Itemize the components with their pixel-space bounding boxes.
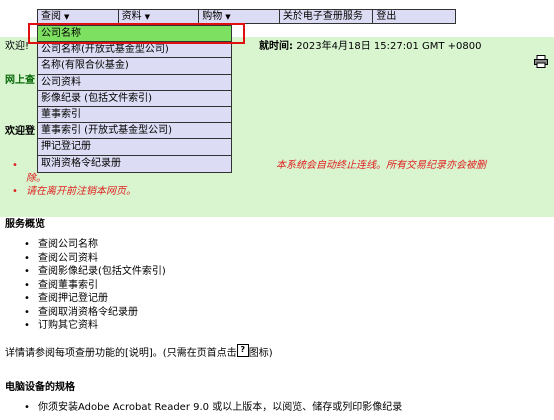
caret-down-icon: ▼	[64, 13, 70, 21]
dropdown-item-oefc-name[interactable]: 公司名称(开放式基金型公司)	[38, 42, 231, 59]
dropdown-item-oefc-director-index[interactable]: 董事索引 (开放式基金型公司)	[38, 123, 231, 140]
dropdown-item-charges-register[interactable]: 押记登记册	[38, 139, 231, 156]
dropdown-item-director-index[interactable]: 董事索引	[38, 107, 231, 124]
list-item: 查阅影像纪录(包括文件索引)	[24, 265, 166, 279]
menu-about[interactable]: 关於电子查册服务	[280, 10, 374, 23]
dropdown-item-image-records[interactable]: 影像纪录 (包括文件索引)	[38, 91, 231, 107]
welcome-heading: 欢迎登	[5, 126, 35, 137]
service-overview-title: 服务概览	[5, 219, 45, 230]
menu-shopping-label: 购物	[202, 11, 223, 22]
welcome-text: 欢迎!	[5, 41, 30, 52]
caret-down-icon: ▼	[144, 13, 150, 21]
spec-list: 你须安装Adobe Acrobat Reader 9.0 或以上版本，以阅览、储…	[24, 401, 402, 415]
list-item: 查阅公司资料	[24, 252, 166, 266]
list-item: 你须安装Adobe Acrobat Reader 9.0 或以上版本，以阅览、储…	[24, 401, 402, 415]
list-item: 查阅押记登记册	[24, 292, 166, 306]
dropdown-item-company-info[interactable]: 公司资料	[38, 75, 231, 91]
menu-shopping[interactable]: 购物 ▼	[199, 10, 280, 23]
notice-item: 请在离开前注销本网页。	[12, 185, 136, 198]
service-list: 查阅公司名称 查阅公司资料 查阅影像纪录(包括文件索引) 查阅董事索引 查阅押记…	[24, 238, 166, 333]
notice-text-cont: 除。	[26, 173, 46, 184]
list-item: 查阅公司名称	[24, 238, 166, 252]
top-menu-bar: 查阅 ▼ 资料 ▼ 购物 ▼ 关於电子查册服务 登出	[37, 9, 456, 24]
caret-down-icon: ▼	[225, 13, 231, 21]
highlight-box	[28, 23, 245, 44]
detail-note-text: 详情请参阅每项查册功能的[说明]。(只需在页首点击	[5, 348, 237, 359]
dropdown-item-disqualification-register[interactable]: 取消资格令纪录册	[38, 156, 231, 172]
list-item: 订购其它资料	[24, 319, 166, 333]
menu-search-label: 查阅	[41, 11, 61, 22]
printer-icon[interactable]	[534, 55, 548, 71]
menu-logout[interactable]: 登出	[373, 10, 455, 23]
help-icon: ?	[236, 344, 249, 357]
login-time-label: 就时间:	[259, 41, 293, 52]
dropdown-item-lpf-name[interactable]: 名称(有限合伙基金)	[38, 58, 231, 75]
login-time-value: 2023年4月18日 15:27:01 GMT +0800	[296, 41, 482, 52]
menu-information[interactable]: 资料 ▼	[119, 10, 200, 23]
search-dropdown-menu: 公司名称 公司名称(开放式基金型公司) 名称(有限合伙基金) 公司资料 影像纪录…	[37, 25, 232, 173]
list-item: 查阅取消资格令纪录册	[24, 306, 166, 320]
list-item: 查阅董事索引	[24, 279, 166, 293]
menu-information-label: 资料	[121, 11, 142, 22]
detail-note-text-end: 图标)	[248, 348, 273, 359]
menu-search[interactable]: 查阅 ▼	[38, 10, 119, 23]
computer-spec-title: 电脑设备的规格	[5, 382, 75, 393]
detail-note: 详情请参阅每项查册功能的[说明]。(只需在页首点击? 图标)	[5, 344, 273, 359]
online-heading: 网上查	[5, 75, 35, 86]
login-time: 就时间: 2023年4月18日 15:27:01 GMT +0800	[259, 40, 482, 53]
